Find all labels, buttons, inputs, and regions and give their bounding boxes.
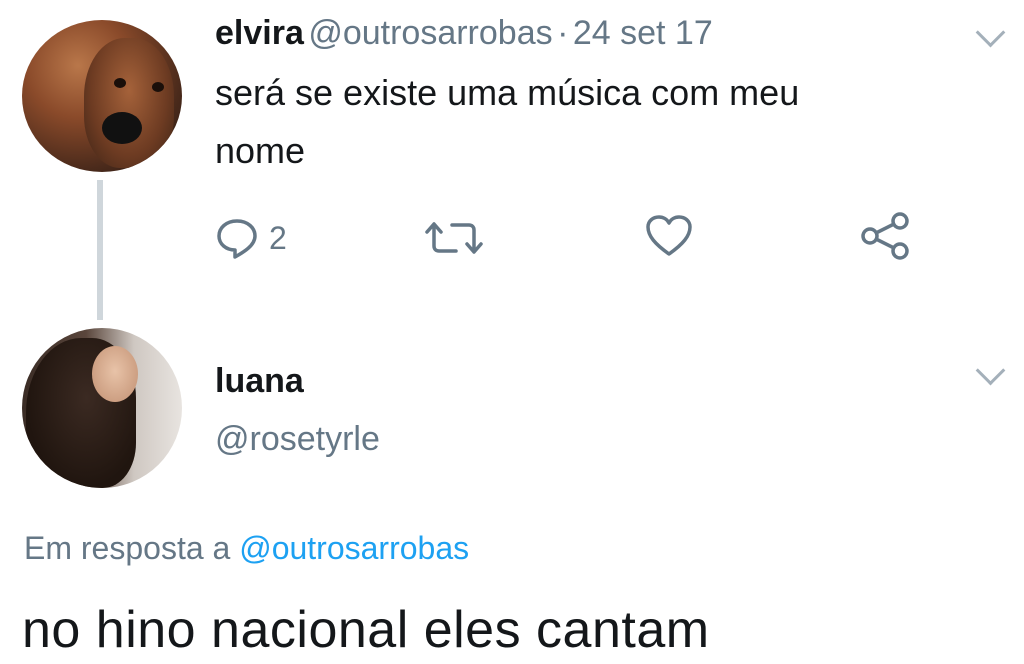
reply-context: Em resposta a @outrosarrobas <box>24 530 469 567</box>
retweet-icon <box>425 222 483 254</box>
avatar-dog-nose <box>102 112 142 144</box>
reply-prefix: Em resposta a <box>24 530 231 566</box>
retweet-button[interactable] <box>424 218 484 258</box>
user-handle[interactable]: @rosetyrle <box>215 420 380 459</box>
reply-count: 2 <box>269 219 287 256</box>
avatar[interactable] <box>22 328 182 488</box>
avatar[interactable] <box>22 20 182 172</box>
avatar-dog-eye <box>114 78 126 88</box>
chevron-down-icon[interactable] <box>975 17 1006 48</box>
thread-line <box>97 180 103 320</box>
tweet-text-line: nome <box>215 130 306 171</box>
user-handle[interactable]: @outrosarrobas <box>308 14 552 52</box>
reply-button[interactable]: 2 <box>215 216 287 260</box>
tweet-text: será se existe uma música com meu nome <box>215 64 799 180</box>
display-name[interactable]: luana <box>215 362 304 401</box>
like-button[interactable] <box>645 214 693 258</box>
avatar-dog-face <box>84 38 174 168</box>
display-name[interactable]: elvira <box>215 14 304 52</box>
reply-mention-link[interactable]: @outrosarrobas <box>239 530 469 566</box>
tweet-header: elvira @outrosarrobas · 24 set 17 <box>215 14 713 53</box>
avatar-dog-eye <box>152 82 164 92</box>
heart-icon <box>646 215 692 256</box>
avatar-face <box>92 346 138 402</box>
share-button[interactable] <box>858 212 912 260</box>
chevron-down-icon[interactable] <box>975 355 1006 386</box>
speech-bubble-icon <box>217 219 257 259</box>
separator-dot: · <box>557 14 569 52</box>
share-icon <box>861 212 909 260</box>
tweet-text: no hino nacional eles cantam <box>22 601 710 659</box>
tweet-date[interactable]: 24 set 17 <box>573 14 713 52</box>
tweet-text-line: será se existe uma música com meu <box>215 72 800 113</box>
